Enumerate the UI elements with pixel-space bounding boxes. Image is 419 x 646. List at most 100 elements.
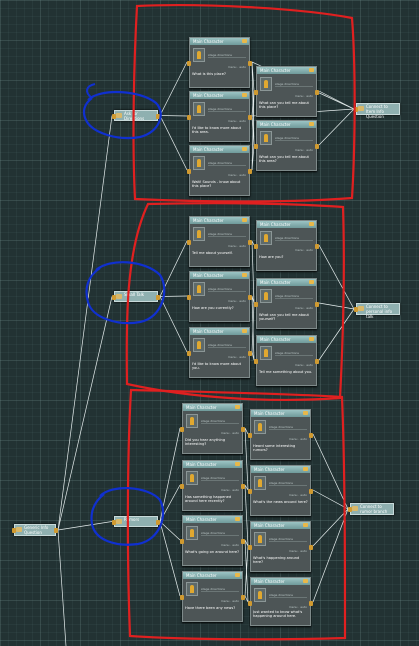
dialogue-node-c7[interactable]: Main Character stage directions menu · au… xyxy=(248,521,313,572)
input-pin[interactable] xyxy=(112,520,116,525)
connect-hub-personal-info[interactable]: Connect to personal info talk xyxy=(354,303,400,319)
dialogue-node-a5[interactable]: Main Character stage directions menu · au… xyxy=(254,120,319,171)
output-pin[interactable] xyxy=(315,144,319,149)
dialogue-node-a1[interactable]: Main Character stage directions menu · au… xyxy=(187,37,252,88)
output-pin[interactable] xyxy=(156,114,160,119)
hub-label: Connect to Item Info Question xyxy=(366,104,388,119)
input-pin[interactable] xyxy=(180,484,184,489)
dialogue-node-c3[interactable]: Main Character stage directions menu · au… xyxy=(180,515,245,566)
dialogue-node-b4[interactable]: Main Character stage directions menu · au… xyxy=(254,220,319,271)
portrait-icon xyxy=(193,338,205,352)
dialogue-node-c4[interactable]: Main Character stage directions menu · au… xyxy=(180,571,245,622)
output-pin[interactable] xyxy=(248,115,252,120)
portrait-icon xyxy=(186,471,198,485)
connect-hub-rumor[interactable]: Connect to rumor branch xyxy=(348,503,394,515)
input-pin[interactable] xyxy=(180,427,184,432)
branch-hub-small-talk[interactable]: Small Talk xyxy=(112,291,160,302)
input-pin[interactable] xyxy=(112,114,116,119)
branch-hub-directions[interactable]: Ask for Directions xyxy=(112,110,160,121)
menu-text: menu · auto xyxy=(294,363,313,367)
dialogue-node-b2[interactable]: Main Character stage directions menu · au… xyxy=(187,271,252,322)
input-pin[interactable] xyxy=(187,61,191,66)
output-pin[interactable] xyxy=(248,61,252,66)
speech-icon xyxy=(309,68,314,72)
output-pin[interactable] xyxy=(156,295,160,300)
output-pin[interactable] xyxy=(248,295,252,300)
node-header: Main Character xyxy=(257,336,316,343)
output-pin[interactable] xyxy=(248,169,252,174)
input-pin[interactable] xyxy=(12,528,16,533)
dialogue-node-b6[interactable]: Main Character stage directions menu · au… xyxy=(254,335,319,386)
input-pin[interactable] xyxy=(180,595,184,600)
dialogue-node-c5[interactable]: Main Character stage directions menu · au… xyxy=(248,409,313,460)
input-pin[interactable] xyxy=(180,539,184,544)
dialogue-node-c1[interactable]: Main Character stage directions menu · au… xyxy=(180,403,245,454)
dialogue-text: What is this place? xyxy=(192,72,226,76)
output-pin[interactable] xyxy=(309,433,313,438)
dialogue-text: How are you currently? xyxy=(192,306,234,310)
output-pin[interactable] xyxy=(241,539,245,544)
output-pin[interactable] xyxy=(315,359,319,364)
root-hub[interactable]: Generic Info Question xyxy=(12,524,58,536)
connection-line xyxy=(159,240,188,297)
dialogue-node-b5[interactable]: Main Character stage directions menu · au… xyxy=(254,278,319,329)
dialogue-text: What can you tell me about this area? xyxy=(259,155,309,164)
hub-icon xyxy=(116,519,122,524)
speaker-name: Main Character xyxy=(186,517,217,522)
input-pin[interactable] xyxy=(254,144,258,149)
dialogue-node-c8[interactable]: Main Character stage directions menu · au… xyxy=(248,577,313,626)
menu-text: menu · auto xyxy=(288,605,307,609)
output-pin[interactable] xyxy=(241,595,245,600)
node-header: Main Character xyxy=(257,279,316,286)
output-pin[interactable] xyxy=(315,302,319,307)
input-pin[interactable] xyxy=(187,115,191,120)
input-pin[interactable] xyxy=(254,90,258,95)
output-pin[interactable] xyxy=(315,244,319,249)
input-pin[interactable] xyxy=(187,169,191,174)
speaker-name: Main Character xyxy=(193,39,224,44)
connect-hub-item-info[interactable]: Connect to Item Info Question xyxy=(354,103,400,119)
node-header: Main Character xyxy=(190,328,249,335)
dialogue-node-b3[interactable]: Main Character stage directions menu · au… xyxy=(187,327,252,378)
input-pin[interactable] xyxy=(254,302,258,307)
input-pin[interactable] xyxy=(112,295,116,300)
dialogue-node-c2[interactable]: Main Character stage directions menu · au… xyxy=(180,460,245,511)
speech-icon xyxy=(303,523,308,527)
input-pin[interactable] xyxy=(248,489,252,494)
input-pin[interactable] xyxy=(187,295,191,300)
dialogue-node-a4[interactable]: Main Character stage directions menu · au… xyxy=(254,66,319,117)
menu-text: menu · auto xyxy=(227,299,246,303)
output-pin[interactable] xyxy=(315,90,319,95)
input-pin[interactable] xyxy=(254,359,258,364)
output-pin[interactable] xyxy=(54,528,58,533)
output-pin[interactable] xyxy=(241,427,245,432)
output-pin[interactable] xyxy=(248,351,252,356)
input-pin[interactable] xyxy=(354,107,358,112)
input-pin[interactable] xyxy=(348,507,352,512)
dialogue-text: Heard some interesting rumors? xyxy=(253,444,296,453)
output-pin[interactable] xyxy=(156,520,160,525)
input-pin[interactable] xyxy=(187,240,191,245)
input-pin[interactable] xyxy=(248,433,252,438)
dialogue-node-a2[interactable]: Main Character stage directions menu · au… xyxy=(187,91,252,142)
dialogue-node-c6[interactable]: Main Character stage directions menu · au… xyxy=(248,465,313,516)
output-pin[interactable] xyxy=(309,489,313,494)
speaker-name: Main Character xyxy=(254,523,285,528)
output-pin[interactable] xyxy=(309,601,313,606)
output-pin[interactable] xyxy=(248,240,252,245)
hub-icon xyxy=(358,106,364,111)
node-header: Main Character xyxy=(190,146,249,153)
menu-text: menu · auto xyxy=(294,94,313,98)
branch-hub-rumors[interactable]: Rumors xyxy=(112,516,160,527)
dialogue-node-a3[interactable]: Main Character stage directions menu · au… xyxy=(187,145,252,196)
output-pin[interactable] xyxy=(241,484,245,489)
output-pin[interactable] xyxy=(309,545,313,550)
connection-line xyxy=(159,521,181,597)
node-header: Main Character xyxy=(183,572,242,579)
dialogue-node-b1[interactable]: Main Character stage directions menu · au… xyxy=(187,216,252,267)
input-pin[interactable] xyxy=(248,601,252,606)
input-pin[interactable] xyxy=(187,351,191,356)
input-pin[interactable] xyxy=(254,244,258,249)
input-pin[interactable] xyxy=(248,545,252,550)
input-pin[interactable] xyxy=(354,307,358,312)
